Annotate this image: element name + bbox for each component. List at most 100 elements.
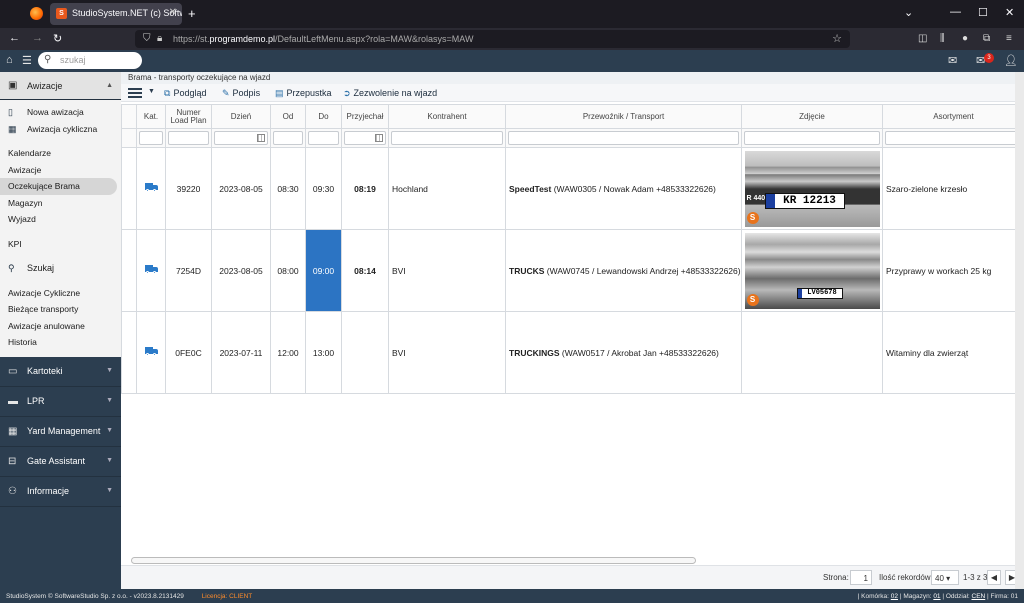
column-header-kontrahent[interactable]: Kontrahent [388,104,506,129]
column-header-zdjecie[interactable]: Zdjęcie [741,104,883,129]
forward-icon[interactable]: → [32,32,43,44]
cell-zdjecie[interactable]: LV05678 S [741,229,883,312]
magazyn-value[interactable]: 01 [933,593,940,600]
filter-asortyment[interactable] [882,128,1024,148]
user-icon[interactable]: 👤︎ [1004,54,1018,67]
lock-icon[interactable]: 🔒︎ [157,33,162,44]
cell-zdjecie[interactable]: R 440 KR 12213 S [741,147,883,230]
sidebar-item-kpi[interactable]: KPI [0,236,121,253]
filter-zdjecie-input[interactable] [744,131,880,145]
sidebar-section-lpr[interactable]: ▬ LPR ▼ [0,387,121,417]
preview-icon: ⧉ [164,88,171,98]
filter-asortyment-input[interactable] [885,131,1022,145]
search-input[interactable]: ⚲ szukaj [38,52,142,69]
browser-tab[interactable]: S StudioSystem.NET (c) Software ✕ [50,3,182,25]
column-header-numer[interactable]: Numer Load Plan [165,104,212,129]
filter-numer-input[interactable] [168,131,209,145]
sidebar-section-yard-management[interactable]: ▦ Yard Management ▼ [0,417,121,447]
column-header-od[interactable]: Od [270,104,306,129]
sidebar-item-oczekujace-brama[interactable]: Oczekujące Brama [0,178,117,195]
column-header-do[interactable]: Do [305,104,342,129]
extensions-icon[interactable]: ⧉ [983,33,990,44]
back-icon[interactable]: ← [9,32,20,44]
horizontal-scrollbar[interactable] [127,556,1023,565]
filter-numer[interactable] [165,128,212,148]
records-select[interactable]: 40 ▾ [931,570,959,585]
filter-zdjecie[interactable] [741,128,883,148]
sidebar-item-historia[interactable]: Historia [0,334,121,351]
przepustka-button[interactable]: ▤ Przepustka [275,88,332,99]
columns-menu-icon[interactable] [128,88,142,98]
sidebar-item-awizacje[interactable]: Awizacje [0,162,121,179]
tracking-shield-icon[interactable]: ⛉ [143,33,151,44]
zezwolenie-button[interactable]: ➲ Zezwolenie na wjazd [343,88,437,99]
sidebar-item-kalendarze[interactable]: Kalendarze [0,145,121,162]
maximize-icon[interactable]: ☐ [978,6,988,19]
prev-page-icon[interactable]: ◀ [987,570,1001,585]
filter-do[interactable] [305,128,342,148]
filter-kat-input[interactable] [139,131,163,145]
sidebar-item-szukaj[interactable]: ⚲ Szukaj [0,260,121,277]
close-tab-icon[interactable]: ✕ [169,7,177,18]
filter-przyjechal-input[interactable] [344,131,386,145]
reload-icon[interactable]: ↻ [53,32,62,45]
filter-dzien-input[interactable] [214,131,268,145]
account-avatar-icon[interactable]: ● [962,33,968,44]
tab-list-chevron-icon[interactable]: ⌄ [904,6,913,19]
filter-kat[interactable] [136,128,166,148]
library-icon[interactable]: ⫼ [940,33,945,44]
sidebar-section-kartoteki[interactable]: ▭ Kartoteki ▼ [0,357,121,387]
close-window-icon[interactable]: ✕ [1005,6,1014,19]
table-row[interactable]: 0FE0C 2023-07-11 12:00 13:00 BVI TRUCKIN… [121,311,1024,394]
scrollbar-thumb[interactable] [131,557,696,564]
filter-dzien[interactable] [211,128,271,148]
komorka-value[interactable]: 02 [891,593,898,600]
minimize-icon[interactable]: — [950,6,961,18]
url-bar[interactable]: ⛉ 🔒︎ https://st.programdemo.pl/DefaultLe… [135,30,850,48]
podglad-button[interactable]: ⧉ Podgląd [164,88,206,99]
sidebar-item-biezace-transporty[interactable]: Bieżące transporty [0,301,121,318]
page-input[interactable]: 1 [850,570,872,585]
pocket-icon[interactable]: ◫ [918,33,927,44]
menu-toggle-icon[interactable]: ☰ [22,54,32,67]
home-icon[interactable]: ⌂ [6,54,13,66]
filter-przyjechal[interactable] [341,128,389,148]
sidebar-item-awizacja-cykliczna[interactable]: ▦ Awizacja cykliczna [0,121,121,138]
browser-menu-icon[interactable]: ≡ [1006,33,1012,44]
filter-kontrahent-input[interactable] [391,131,503,145]
oddzial-label: | Oddział: [940,593,972,600]
table-row[interactable]: 39220 2023-08-05 08:30 09:30 08:19 Hochl… [121,147,1024,230]
new-tab-icon[interactable]: + [188,6,196,21]
calendar-icon[interactable] [257,134,265,142]
vertical-scrollbar[interactable] [1015,72,1024,589]
oddzial-value[interactable]: CEN [972,593,986,600]
column-header-przewoznik[interactable]: Przewoźnik / Transport [505,104,742,129]
filter-od-input[interactable] [273,131,303,145]
table-row[interactable]: 7254D 2023-08-05 08:00 09:00 08:14 BVI T… [121,229,1024,312]
sidebar-section-gate-assistant[interactable]: ⊟ Gate Assistant ▼ [0,447,121,477]
sidebar-item-wyjazd[interactable]: Wyjazd [0,211,121,228]
messages-icon[interactable]: ✉ [948,54,957,67]
column-header-asortyment[interactable]: Asortyment [882,104,1024,129]
truck-photo[interactable]: R 440 KR 12213 S [744,150,880,227]
calendar-icon[interactable] [375,134,383,142]
truck-photo[interactable]: LV05678 S [744,232,880,309]
filter-do-input[interactable] [308,131,339,145]
bookmark-star-icon[interactable]: ☆ [832,32,842,45]
sidebar-item-nowa-awizacja[interactable]: ▯ Nowa awizacja [0,104,121,121]
filter-przewoznik-input[interactable] [508,131,739,145]
sidebar-item-magazyn[interactable]: Magazyn [0,195,121,212]
podpis-button[interactable]: ✎ Podpis [222,88,260,99]
filter-od[interactable] [270,128,306,148]
sidebar-item-awizacje-cykliczne[interactable]: Awizacje Cykliczne [0,285,121,302]
column-header-przyjechal[interactable]: Przyjechał [341,104,389,129]
sidebar-item-awizacje-anulowane[interactable]: Awizacje anulowane [0,318,121,335]
cell-do-selected[interactable]: 09:00 [305,229,342,312]
column-header-dzien[interactable]: Dzień [211,104,271,129]
filter-przewoznik[interactable] [505,128,742,148]
caret-down-icon[interactable]: ▼ [148,88,155,95]
sidebar-section-awizacje[interactable]: ▣ Awizacje ▲ [0,72,121,100]
column-header-kat[interactable]: Kat. [136,104,166,129]
filter-kontrahent[interactable] [388,128,506,148]
sidebar-section-informacje[interactable]: ⚇ Informacje ▼ [0,477,121,507]
